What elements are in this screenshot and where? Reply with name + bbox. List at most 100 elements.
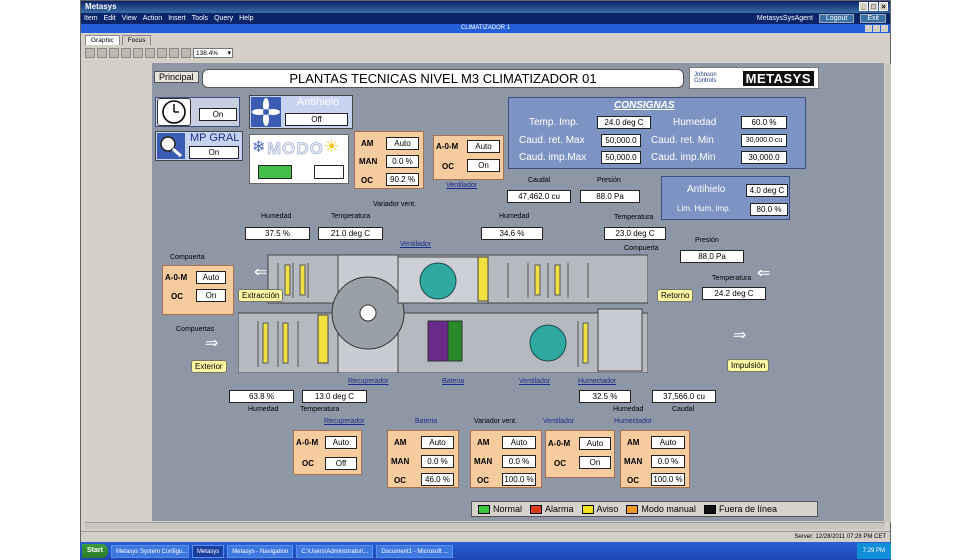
pan-icon[interactable] [133, 47, 143, 58]
taskbar-item[interactable]: C:\Users\Administrator\... [296, 544, 374, 558]
humedad-supply-value[interactable]: 32.5 % [579, 390, 631, 403]
caud-ret-max-value[interactable]: 50,000.0 [601, 134, 641, 147]
oc-value[interactable]: On [196, 289, 226, 302]
lim-hum-imp-value[interactable]: 80.0 % [750, 203, 788, 216]
close-button[interactable]: × [879, 2, 888, 11]
recuperador-panel-caption[interactable]: Recuperador [324, 418, 364, 425]
menu-item[interactable]: Query [214, 13, 233, 24]
pane-min-button[interactable] [865, 25, 872, 32]
aom-value[interactable]: Auto [467, 140, 500, 153]
ventilador-panel-caption[interactable]: Ventilador [543, 418, 574, 425]
ventilador-lower-caption[interactable]: Ventilador [519, 378, 550, 385]
man-value[interactable]: 0.0 % [651, 455, 685, 468]
presion-return-value[interactable]: 88.0 Pa [680, 250, 744, 263]
horizontal-scrollbar[interactable] [85, 522, 885, 529]
aom-value[interactable]: Auto [325, 436, 357, 449]
humedad-upper-value[interactable]: 34.6 % [481, 227, 543, 240]
am-value[interactable]: Auto [386, 137, 419, 150]
menu-item[interactable]: Insert [168, 13, 186, 24]
man-value[interactable]: 0.0 % [502, 455, 536, 468]
oc-value[interactable]: 90.2 % [386, 173, 419, 186]
taskbar-item[interactable]: Metasys [191, 544, 225, 558]
presion-return-label: Presión [695, 237, 719, 244]
system-tray-clock[interactable]: 7:29 PM [856, 543, 891, 559]
temperatura-left-value[interactable]: 21.0 deg C [318, 227, 383, 240]
caudal-value[interactable]: 47,462.0 cu [507, 190, 571, 203]
temperatura-upper-value[interactable]: 23.0 deg C [604, 227, 666, 240]
am-value[interactable]: Auto [651, 436, 685, 449]
principal-button[interactable]: Principal [154, 71, 199, 83]
modo-panel: ❄ MODO ☀ [249, 134, 349, 184]
humectador-caption[interactable]: Humectador [578, 378, 616, 385]
antihielo-status[interactable]: Off [285, 113, 348, 126]
vertical-scrollbar[interactable] [885, 64, 891, 522]
pane-max-button[interactable] [873, 25, 880, 32]
print-icon[interactable] [97, 47, 107, 58]
logout-button[interactable]: Logout [818, 14, 855, 23]
oc-label: OC [477, 476, 489, 485]
caud-imp-min-value[interactable]: 30,000.0 [741, 151, 787, 164]
aom-value[interactable]: Auto [196, 271, 226, 284]
man-value[interactable]: 0.0 % [421, 455, 454, 468]
humectador-panel-caption[interactable]: Humectador [614, 418, 652, 425]
maximize-button[interactable]: □ [869, 2, 878, 11]
presion-value[interactable]: 88.0 Pa [580, 190, 640, 203]
pointer-icon[interactable] [121, 47, 131, 58]
caudal-supply-value[interactable]: 37,566.0 cu [652, 390, 716, 403]
temperatura-lower-value[interactable]: 13.0 deg C [302, 390, 367, 403]
aom-value[interactable]: Auto [579, 437, 611, 450]
menu-item[interactable]: Tools [192, 13, 208, 24]
temp-imp-value[interactable]: 24.0 deg C [597, 116, 651, 129]
clock-icon[interactable] [157, 98, 191, 126]
zoom-select[interactable]: 138.4% [193, 47, 234, 58]
oc-value[interactable]: On [467, 159, 500, 172]
magnifier-icon[interactable] [157, 133, 185, 159]
oc-value[interactable]: 46.0 % [421, 473, 454, 486]
taskbar-item[interactable]: Metasys System Configu... [110, 544, 189, 558]
bateria-panel-caption[interactable]: Bateria [415, 418, 437, 425]
zoom-out-icon[interactable] [157, 47, 167, 58]
zoom-fit-icon[interactable] [169, 47, 179, 58]
oc-value[interactable]: 100.0 % [502, 473, 536, 486]
humedad-lower-value[interactable]: 63.8 % [229, 390, 294, 403]
tab-graphic[interactable]: Graphic [85, 35, 120, 45]
menu-item[interactable]: Action [143, 13, 162, 24]
minimize-button[interactable]: _ [859, 2, 868, 11]
oc-label: OC [171, 292, 183, 301]
graphic-toolbar: 138.4% [85, 46, 234, 59]
logo-area: Johnson Controls METASYS [689, 67, 819, 89]
schedule-status[interactable]: On [199, 108, 237, 121]
caud-ret-min-value[interactable]: 30,000.0 cu [741, 134, 787, 147]
oc-value[interactable]: Off [325, 457, 357, 470]
preview-icon[interactable] [109, 47, 119, 58]
oc-value[interactable]: 100.0 % [651, 473, 685, 486]
start-button[interactable]: Start [82, 544, 108, 558]
taskbar-item[interactable]: Document1 - Microsoft ... [376, 544, 454, 558]
caud-imp-max-value[interactable]: 50,000.0 [601, 151, 641, 164]
exit-button[interactable]: Exit [860, 14, 886, 23]
taskbar-item[interactable]: Metasys - Navigation [227, 544, 294, 558]
mp-gral-status[interactable]: On [189, 146, 239, 159]
save-icon[interactable] [85, 47, 95, 58]
tab-focus[interactable]: Focus [121, 35, 152, 45]
humedad-left-value[interactable]: 37.5 % [245, 227, 310, 240]
zoom-window-icon[interactable] [181, 47, 191, 58]
pane-close-button[interactable] [881, 25, 888, 32]
antihielo-panel-value[interactable]: 4.0 deg C [746, 184, 788, 197]
recuperador-caption[interactable]: Recuperador [348, 378, 388, 385]
johnson-controls-logo: Johnson Controls [694, 72, 717, 84]
menu-item[interactable]: View [122, 13, 137, 24]
am-value[interactable]: Auto [502, 436, 536, 449]
ventilador-top-caption[interactable]: Ventilador [446, 182, 477, 189]
menu-item[interactable]: Edit [104, 13, 116, 24]
menu-item[interactable]: Help [239, 13, 253, 24]
zoom-in-icon[interactable] [145, 47, 155, 58]
man-value[interactable]: 0.0 % [386, 155, 419, 168]
am-value[interactable]: Auto [421, 436, 454, 449]
variador-vent-top-caption: Variador vent. [373, 201, 417, 208]
bateria-caption[interactable]: Bateria [442, 378, 464, 385]
menu-item[interactable]: Item [84, 13, 98, 24]
temperatura-return-value[interactable]: 24.2 deg C [702, 287, 766, 300]
humedad-setpoint-value[interactable]: 60.0 % [741, 116, 787, 129]
oc-value[interactable]: On [579, 456, 611, 469]
